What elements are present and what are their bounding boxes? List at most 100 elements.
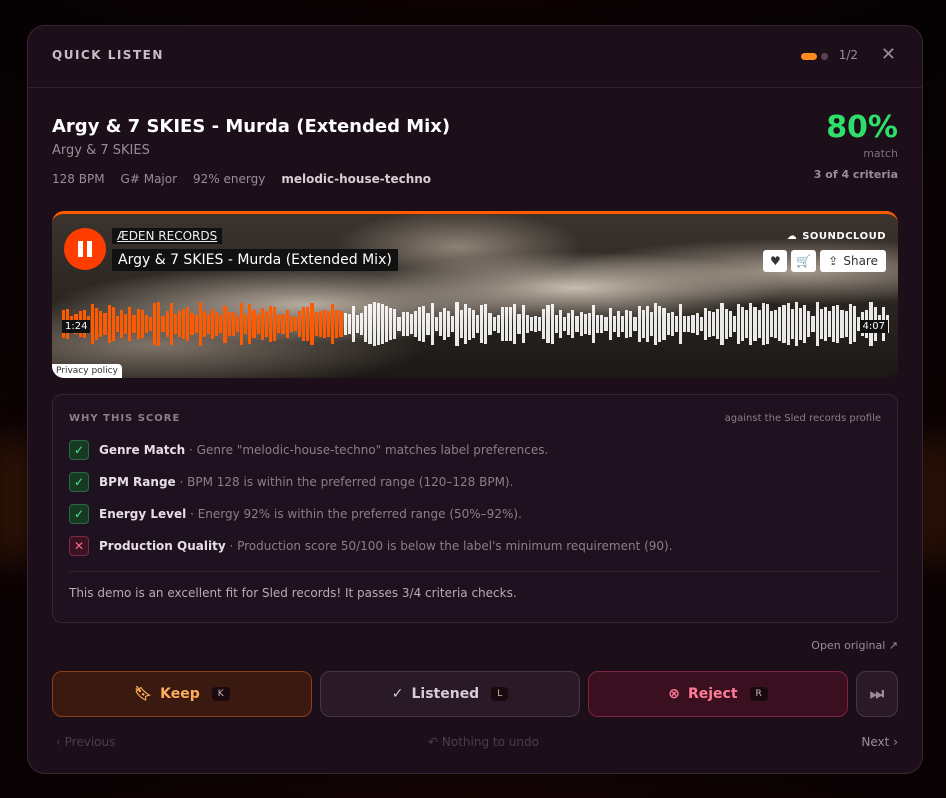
previous-link[interactable]: ‹ Previous — [56, 735, 115, 749]
previous-label: Previous — [64, 735, 116, 749]
waveform-bar — [778, 306, 782, 342]
waveform-bar — [364, 305, 368, 343]
waveform-bar — [173, 314, 177, 334]
soundcloud-brand[interactable]: ☁ SOUNDCLOUD — [787, 231, 886, 242]
waveform-bar — [521, 304, 525, 344]
quick-listen-modal: QUICK LISTEN 1/2 ✕ Argy & 7 SKIES - Murd… — [27, 25, 923, 774]
match-score: 80% match 3 of 4 criteria — [814, 110, 898, 181]
modal-title: QUICK LISTEN — [52, 48, 164, 62]
waveform-bar — [724, 309, 728, 339]
waveform-bar — [674, 316, 678, 332]
keep-button[interactable]: 🔖︎ Keep K — [52, 671, 312, 717]
waveform-bar — [753, 306, 757, 342]
waveform-bar — [525, 314, 529, 334]
waveform-bar — [575, 316, 579, 332]
privacy-policy-link[interactable]: Privacy policy — [52, 364, 122, 378]
share-label: Share — [843, 254, 878, 268]
next-link[interactable]: Next › — [861, 735, 898, 749]
undo-link[interactable]: ↶ Nothing to undo — [428, 735, 539, 749]
waveform-bar — [803, 304, 807, 344]
external-link-icon: ↗ — [888, 639, 898, 652]
waveform-bar — [819, 308, 823, 340]
waveform-bar — [720, 303, 724, 345]
waveform-bar — [405, 311, 409, 337]
undo-icon: ↶ — [428, 735, 439, 749]
player-track-title[interactable]: Argy & 7 SKIES - Murda (Extended Mix) — [112, 249, 398, 271]
waveform-bar — [542, 309, 546, 339]
waveform-bar — [347, 313, 351, 335]
waveform-bar — [782, 305, 786, 343]
waveform-bar — [161, 315, 165, 333]
waveform-bar — [223, 305, 227, 343]
waveform-bar — [529, 316, 534, 332]
waveform-bar — [211, 308, 215, 340]
progress-dot — [821, 53, 828, 60]
buy-button[interactable]: 🛒 — [791, 250, 817, 272]
criterion-row: ✓ Energy Level · Energy 92% is within th… — [69, 504, 522, 524]
waveform-bar — [169, 302, 173, 346]
waveform-bar — [832, 305, 836, 343]
reject-button[interactable]: ⊗ Reject R — [588, 671, 848, 717]
waveform-bar — [455, 302, 459, 346]
waveform-bar — [567, 313, 571, 335]
track-artist: Argy & 7 SKIES — [52, 143, 150, 158]
reject-label: Reject — [687, 686, 738, 702]
x-icon: ✕ — [69, 536, 89, 556]
listened-shortcut: L — [491, 687, 509, 701]
track-energy: 92% energy — [193, 172, 266, 186]
waveform-bar — [140, 309, 144, 339]
close-icon[interactable]: ✕ — [881, 44, 896, 65]
check-icon: ✓ — [69, 504, 89, 524]
waveform-bar — [451, 316, 455, 332]
waveform-bar — [761, 302, 765, 346]
waveform-bar — [393, 308, 397, 340]
waveform-bar — [128, 307, 132, 341]
waveform-bar — [691, 314, 695, 334]
like-button[interactable]: ♥ — [763, 250, 788, 272]
waveform-bar — [732, 315, 736, 333]
waveform-bar — [422, 306, 426, 342]
waveform-bar — [500, 306, 505, 342]
waveform-bar — [339, 310, 343, 338]
waveform-bar — [256, 313, 260, 335]
undo-label: Nothing to undo — [441, 735, 539, 749]
waveform-bar — [596, 315, 600, 333]
waveform[interactable] — [62, 302, 890, 346]
listened-button[interactable]: ✓ Listened L — [320, 671, 580, 717]
waveform-bar — [194, 314, 198, 334]
waveform-bar — [153, 302, 157, 346]
waveform-bar — [658, 306, 662, 342]
waveform-bar — [807, 310, 811, 338]
waveform-bar — [563, 316, 567, 332]
player-label[interactable]: ÆDEN RECORDS — [112, 228, 223, 244]
criterion-text: Energy Level · Energy 92% is within the … — [99, 507, 522, 521]
share-button[interactable]: ⇪ Share — [820, 250, 886, 272]
waveform-bar — [666, 313, 670, 335]
waveform-bar — [641, 310, 645, 338]
pause-button[interactable] — [64, 228, 106, 270]
track-bpm: 128 BPM — [52, 172, 105, 186]
waveform-bar — [343, 313, 347, 335]
waveform-bar — [248, 303, 252, 345]
waveform-bar — [476, 315, 480, 333]
skip-button[interactable]: ⏭ — [856, 671, 898, 717]
listened-label: Listened — [411, 686, 480, 702]
criterion-row: ✕ Production Quality · Production score … — [69, 536, 673, 556]
track-genre: melodic-house-techno — [281, 172, 432, 186]
waveform-bar — [654, 303, 658, 345]
waveform-bar — [273, 307, 277, 341]
waveform-bar — [695, 312, 699, 336]
open-original-link[interactable]: Open original ↗ — [811, 639, 898, 652]
heart-icon: ♥ — [769, 254, 781, 268]
waveform-bar — [811, 316, 815, 332]
waveform-bar — [355, 315, 360, 333]
waveform-bar — [322, 309, 326, 339]
waveform-bar — [707, 310, 712, 338]
criterion-row: ✓ BPM Range · BPM 128 is within the pref… — [69, 472, 513, 492]
waveform-bar — [699, 316, 703, 332]
next-label: Next — [861, 735, 890, 749]
cart-icon: 🛒 — [796, 254, 812, 268]
waveform-bar — [645, 306, 649, 342]
waveform-bar — [558, 309, 563, 339]
waveform-bar — [670, 311, 674, 337]
